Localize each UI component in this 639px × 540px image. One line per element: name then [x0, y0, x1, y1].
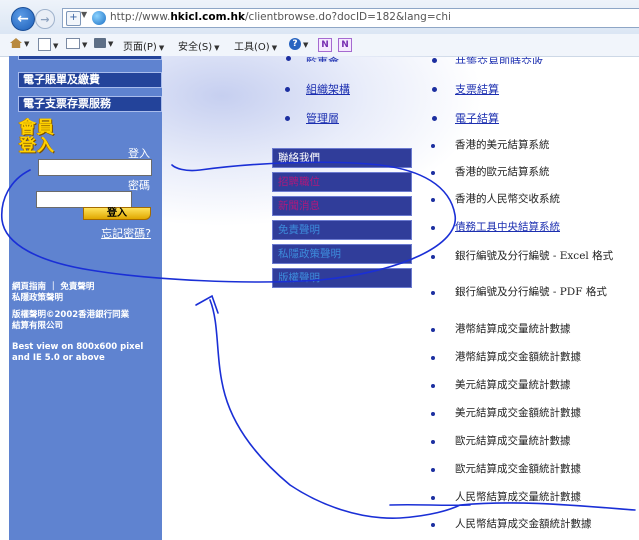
back-button[interactable]: ←: [11, 7, 35, 31]
forgot-password-link[interactable]: 忘記密碼?: [101, 225, 151, 241]
add-tab-icon[interactable]: +: [66, 11, 81, 26]
sidebar-button-echeque[interactable]: 電子支票存票服務: [18, 96, 162, 112]
link-cheque-clearing[interactable]: 支票結算: [455, 81, 499, 97]
menu-copyright-label: 版權聲明: [278, 272, 320, 284]
home-button[interactable]: ▼: [10, 38, 29, 49]
mail-button[interactable]: ▼: [66, 38, 87, 50]
link-org-structure[interactable]: 組織架構: [306, 81, 350, 97]
menu-contact-us[interactable]: 聯絡我們: [272, 148, 412, 168]
footer-guide-disclaimer[interactable]: 網頁指南 ｜ 免責聲明: [12, 282, 94, 292]
address-bar: ← → + ▼ http://www.hkicl.com.hk/clientbr…: [0, 0, 639, 35]
forward-button[interactable]: →: [35, 9, 55, 29]
list-item-label: 港幣結算成交量統計數據: [455, 323, 571, 335]
footer-best-view: Best view on 800x600 pixel: [12, 342, 144, 352]
sidebar-button-ebill[interactable]: 電子賬單及繳費: [18, 72, 162, 88]
bullet-icon: [431, 198, 435, 202]
feeds-icon: [38, 38, 51, 51]
list-item-label: 美元結算成交量統計數據: [455, 379, 571, 391]
annotation-underline-stroke: [389, 503, 471, 507]
bullet-icon: [431, 496, 435, 500]
footer-company: 結算有限公司: [12, 321, 64, 331]
menu-privacy[interactable]: 私隱政策聲明: [272, 244, 412, 264]
print-button[interactable]: ▼: [94, 38, 113, 49]
bullet-icon: [431, 440, 435, 444]
bullet-icon: [432, 58, 437, 63]
bullet-icon: [431, 468, 435, 472]
feeds-button[interactable]: ▼: [38, 38, 58, 51]
member-login-title: 會員登入: [19, 118, 55, 156]
bullet-icon: [432, 116, 437, 121]
menu-disclaimer-label: 免責聲明: [278, 224, 320, 236]
home-icon: [10, 38, 22, 48]
safety-menu[interactable]: 安全(S) ▼: [178, 38, 220, 53]
print-icon: [94, 38, 106, 48]
addon-n-icon[interactable]: N: [318, 38, 332, 52]
annotation-arrowhead-stroke: [195, 294, 219, 314]
menu-disclaimer[interactable]: 免責聲明: [272, 220, 412, 240]
list-item-label: 香港的人民幣交收系統: [455, 193, 560, 205]
password-input[interactable]: [36, 191, 132, 208]
menu-news[interactable]: 新聞消息: [272, 196, 412, 216]
list-item-label: 美元結算成交金額統計數據: [455, 407, 581, 419]
mail-icon: [66, 38, 80, 49]
link-settlement-top[interactable]: 共籌交易即時交收: [455, 54, 543, 64]
link-management[interactable]: 管理層: [306, 110, 339, 126]
bullet-icon: [431, 226, 435, 230]
bullet-icon: [431, 412, 435, 416]
url-text[interactable]: http://www.hkicl.com.hk/clientbrowse.do?…: [110, 11, 451, 23]
link-supervisory[interactable]: 監事會: [306, 54, 339, 62]
bullet-icon: [431, 356, 435, 360]
bullet-icon: [286, 56, 291, 61]
url-field[interactable]: + ▼ http://www.hkicl.com.hk/clientbrowse…: [62, 8, 639, 28]
sidebar-cut-button[interactable]: [18, 56, 162, 60]
forward-arrow-icon: →: [40, 12, 50, 26]
menu-contact-us-label: 聯絡我們: [278, 152, 320, 164]
ie-page-icon: [92, 11, 106, 25]
menu-copyright[interactable]: 版權聲明: [272, 268, 412, 288]
bullet-icon: [431, 291, 435, 295]
bullet-icon: [431, 171, 435, 175]
bullet-icon: [431, 384, 435, 388]
bullet-icon: [431, 523, 435, 527]
tools-menu[interactable]: 工具(O) ▼: [234, 38, 277, 53]
bullet-icon: [431, 144, 435, 148]
help-button[interactable]: ? ▼: [289, 38, 308, 50]
footer-privacy[interactable]: 私隱政策聲明: [12, 293, 63, 303]
page-menu[interactable]: 页面(P) ▼: [123, 38, 164, 53]
list-item-label: 港幣結算成交金額統計數據: [455, 351, 581, 363]
addon-n-icon-2[interactable]: N: [338, 38, 352, 52]
list-item-label: 債務工具中央結算系統: [455, 221, 560, 233]
back-arrow-icon: ←: [17, 11, 29, 27]
bullet-icon: [285, 87, 290, 92]
help-icon: ?: [289, 38, 301, 50]
list-item-label: 銀行編號及分行編號 - Excel 格式: [455, 250, 614, 262]
list-item-label: 歐元結算成交量統計數據: [455, 435, 571, 447]
dropdown-arrow-icon[interactable]: ▼: [81, 10, 87, 19]
menu-jobs-label: 招聘職位: [278, 176, 320, 188]
sidebar: 電子賬單及繳費 電子支票存票服務 會員登入 登入 密碼 登入 忘記密碼? 網頁指…: [9, 56, 162, 540]
footer-copyright: 版權聲明©2002香港銀行同業: [12, 310, 130, 320]
footer-ie-version: and IE 5.0 or above: [12, 353, 105, 363]
list-item-label: 銀行編號及分行編號 - PDF 格式: [455, 286, 607, 298]
bullet-icon: [431, 255, 435, 259]
list-item-label: 人民幣結算成交量統計數據: [455, 491, 581, 503]
menu-news-label: 新聞消息: [278, 200, 320, 212]
link-electronic-clearing[interactable]: 電子結算: [455, 110, 499, 126]
bullet-icon: [431, 328, 435, 332]
list-item-label: 香港的美元結算系統: [455, 139, 550, 151]
menu-privacy-label: 私隱政策聲明: [278, 248, 341, 260]
bullet-icon: [285, 116, 290, 121]
list-item-label: 人民幣結算成交金額統計數據: [455, 518, 592, 530]
list-item-label: 歐元結算成交金額統計數據: [455, 463, 581, 475]
menu-jobs[interactable]: 招聘職位: [272, 172, 412, 192]
list-item-label: 香港的歐元結算系統: [455, 166, 550, 178]
login-button[interactable]: 登入: [83, 207, 151, 220]
username-input[interactable]: [38, 159, 152, 176]
bullet-icon: [432, 87, 437, 92]
